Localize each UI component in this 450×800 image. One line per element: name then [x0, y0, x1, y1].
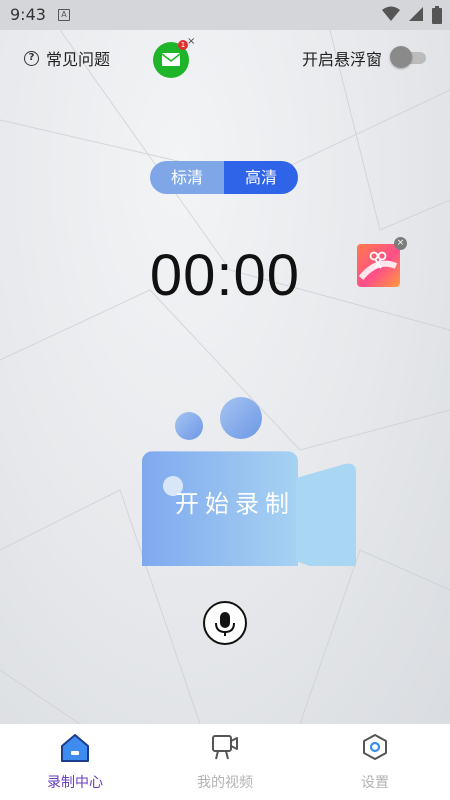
battery-icon — [432, 6, 442, 24]
floating-window-toggle[interactable]: 开启悬浮窗 — [302, 46, 428, 70]
signal-icon — [408, 7, 423, 21]
main-area: ? 常见问题 1 × 开启悬浮窗 标清 高清 00:00 × 开始录制 — [0, 30, 450, 724]
ad-close-icon[interactable]: × — [394, 237, 407, 250]
video-icon — [212, 735, 238, 760]
nav-label: 我的视频 — [197, 775, 253, 791]
microphone-toggle[interactable] — [203, 601, 247, 645]
nav-item-record-center[interactable]: 录制中心 — [0, 724, 150, 800]
home-icon — [61, 734, 89, 762]
mail-button[interactable]: 1 × — [153, 36, 195, 78]
nav-item-my-videos[interactable]: 我的视频 — [150, 724, 300, 800]
nav-label: 设置 — [361, 775, 389, 791]
start-record-button[interactable]: 开始录制 — [140, 366, 360, 588]
status-bar: 9:43 A — [0, 0, 450, 30]
switch-thumb — [390, 46, 412, 68]
floating-window-label: 开启悬浮窗 — [301, 50, 382, 69]
faq-label: 常见问题 — [46, 50, 111, 69]
video-camera-icon — [142, 397, 356, 588]
settings-icon — [363, 734, 387, 760]
quality-option-sd[interactable]: 标清 — [150, 161, 224, 194]
nav-label: 录制中心 — [47, 775, 103, 791]
status-time: 9:43 — [10, 5, 46, 24]
bottom-nav: 录制中心 我的视频 设置 — [0, 724, 450, 800]
microphone-icon — [215, 612, 235, 636]
notification-icon: A — [58, 9, 70, 21]
quality-option-hd[interactable]: 高清 — [224, 161, 298, 194]
mail-close-icon[interactable]: × — [187, 36, 195, 47]
scissors-film-icon — [357, 244, 400, 287]
faq-link[interactable]: ? 常见问题 — [24, 47, 110, 69]
nav-item-settings[interactable]: 设置 — [300, 724, 450, 800]
quality-selector: 标清 高清 — [150, 161, 298, 194]
status-icons — [379, 6, 442, 24]
help-icon: ? — [24, 50, 39, 66]
start-record-label: 开始录制 — [175, 490, 295, 518]
wifi-icon — [381, 6, 400, 21]
video-edit-ad[interactable]: × — [357, 236, 409, 288]
floating-window-switch[interactable] — [390, 46, 428, 68]
